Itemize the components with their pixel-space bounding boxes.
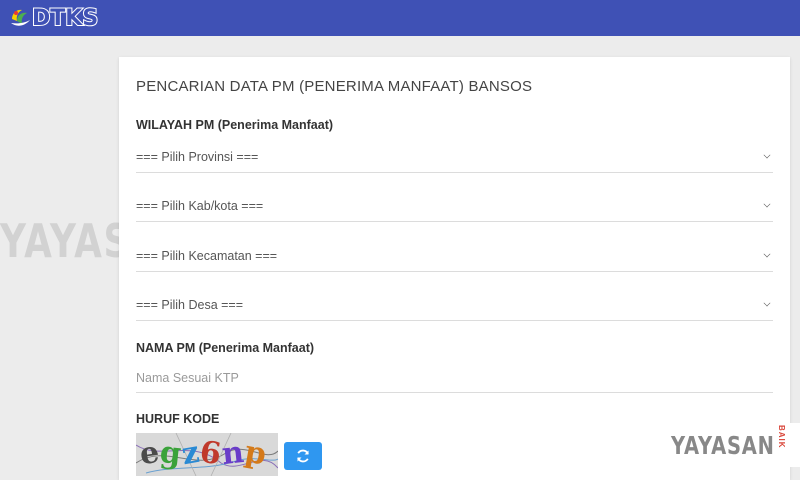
desa-select[interactable]: === Pilih Desa ===	[136, 289, 773, 321]
kode-label: HURUF KODE	[136, 412, 220, 426]
watermark-yayasan-main: YAYASAN	[671, 430, 775, 460]
kecamatan-select-value: === Pilih Kecamatan ===	[136, 248, 278, 263]
captcha-image: egz6np	[136, 433, 278, 476]
captcha-char: p	[241, 434, 270, 473]
refresh-captcha-button[interactable]	[284, 442, 322, 470]
dtks-leaf-logo-icon	[11, 9, 30, 26]
chevron-down-icon	[763, 250, 771, 257]
kabkota-select-value: === Pilih Kab/kota ===	[136, 198, 264, 213]
refresh-icon	[297, 449, 309, 463]
chevron-down-icon	[763, 151, 771, 158]
chevron-down-icon	[763, 299, 771, 306]
provinsi-select[interactable]: === Pilih Provinsi ===	[136, 141, 773, 173]
chevron-down-icon	[763, 200, 771, 207]
desa-select-value: === Pilih Desa ===	[136, 297, 244, 312]
kecamatan-select[interactable]: === Pilih Kecamatan ===	[136, 240, 773, 272]
wilayah-label: WILAYAH PM (Penerima Manfaat)	[136, 118, 334, 132]
watermark-baik-sub: BAIK	[777, 425, 786, 449]
captcha-text: egz6np	[138, 434, 270, 473]
kabkota-select[interactable]: === Pilih Kab/kota ===	[136, 190, 773, 222]
top-navbar: DTKS	[0, 0, 800, 36]
page-title: PENCARIAN DATA PM (PENERIMA MANFAAT) BAN…	[136, 78, 533, 95]
nama-label: NAMA PM (Penerima Manfaat)	[136, 341, 315, 355]
search-form-card: PENCARIAN DATA PM (PENERIMA MANFAAT) BAN…	[119, 57, 790, 480]
provinsi-select-value: === Pilih Provinsi ===	[136, 149, 259, 164]
logo-text: DTKS	[31, 5, 99, 32]
watermark-logo-box: YAYASAN BAIK	[662, 423, 800, 467]
dtks-logo[interactable]: DTKS	[8, 5, 99, 32]
nama-input[interactable]	[136, 363, 773, 393]
